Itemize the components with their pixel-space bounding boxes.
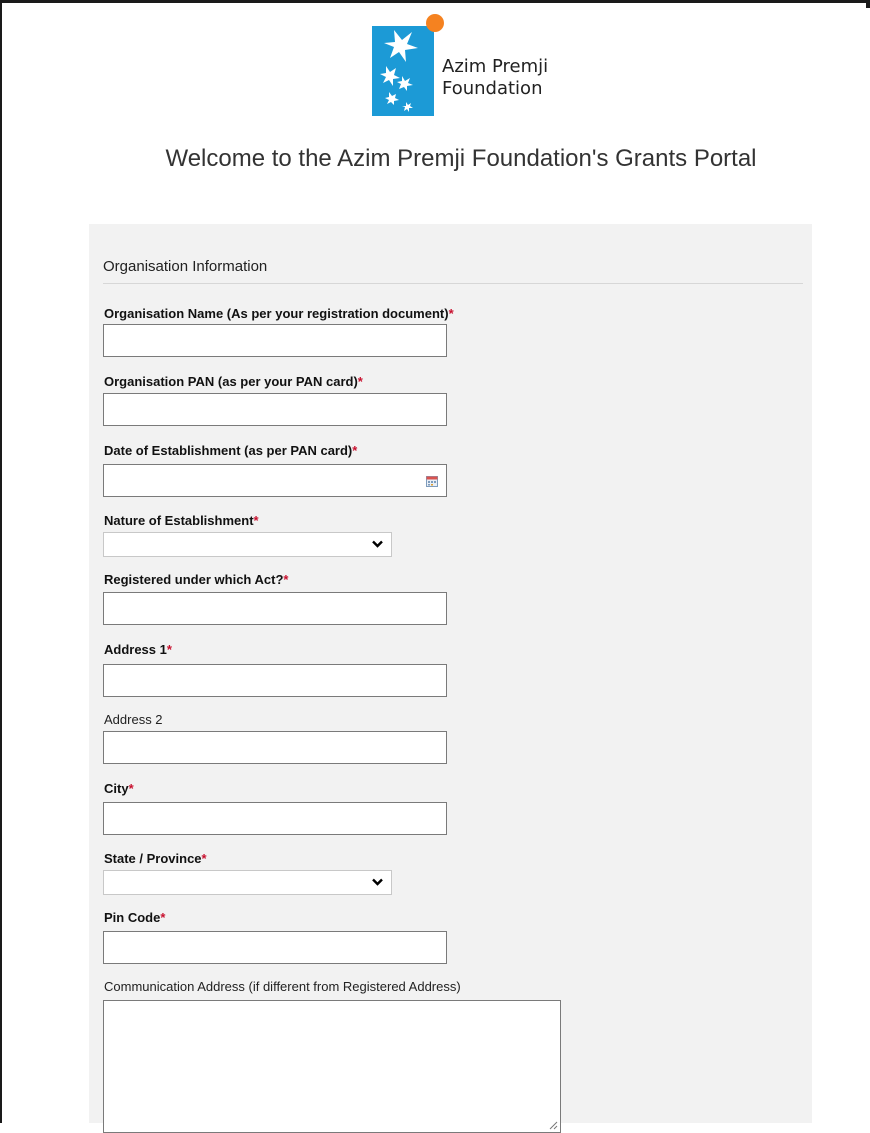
logo-wordmark: Azim Premji Foundation [442,56,548,100]
city-input[interactable] [103,802,447,835]
section-divider [103,283,803,284]
registered-act-label-text: Registered under which Act? [104,572,284,587]
state-select[interactable] [103,870,392,895]
date-establishment-label-text: Date of Establishment (as per PAN card) [104,443,353,458]
required-marker: * [166,642,172,657]
required-marker: * [160,910,166,925]
address1-input[interactable] [103,664,447,697]
section-title: Organisation Information [103,258,268,275]
pincode-input[interactable] [103,931,447,964]
communication-address-label: Communication Address (if different from… [104,979,461,994]
nature-establishment-select[interactable] [103,532,392,557]
state-label: State / Province* [104,851,207,866]
date-establishment-label: Date of Establishment (as per PAN card)* [104,443,357,458]
address1-label: Address 1* [104,642,172,657]
address2-input[interactable] [103,731,447,764]
logo-text-line1: Azim Premji [442,56,549,77]
org-pan-input[interactable] [103,393,447,426]
address1-label-text: Address 1 [104,642,167,657]
window-top-border [0,0,870,3]
org-name-label-text: Organisation Name (As per your registrat… [104,306,449,321]
state-label-text: State / Province [104,851,202,866]
organisation-form-panel: Organisation Information Organisation Na… [89,224,812,1133]
window-right-border [866,0,870,8]
required-marker: * [201,851,207,866]
registered-act-label: Registered under which Act?* [104,572,288,587]
org-pan-label: Organisation PAN (as per your PAN card)* [104,374,363,389]
required-marker: * [448,306,454,321]
foundation-logo: Azim Premji Foundation [372,14,566,120]
city-label: City* [104,781,134,796]
required-marker: * [253,513,259,528]
chevron-down-icon [372,540,383,548]
page-title: Welcome to the Azim Premji Foundation's … [165,145,757,172]
address2-label: Address 2 [104,712,163,727]
calendar-icon[interactable] [426,476,438,487]
logo-text-line2: Foundation [442,78,543,99]
registered-act-input[interactable] [103,592,447,625]
pincode-label-text: Pin Code [104,910,161,925]
logo-figures-icon [380,30,418,112]
required-marker: * [357,374,363,389]
nature-establishment-label-text: Nature of Establishment [104,513,254,528]
pincode-label: Pin Code* [104,910,165,925]
nature-establishment-label: Nature of Establishment* [104,513,259,528]
org-name-input[interactable] [103,324,447,357]
required-marker: * [352,443,358,458]
org-pan-label-text: Organisation PAN (as per your PAN card) [104,374,358,389]
required-marker: * [128,781,134,796]
chevron-down-icon [372,878,383,886]
required-marker: * [283,572,289,587]
communication-address-textarea[interactable] [103,1000,561,1133]
city-label-text: City [104,781,129,796]
org-name-label: Organisation Name (As per your registrat… [104,306,454,321]
resize-grip-icon[interactable] [548,1120,558,1130]
date-establishment-input[interactable] [103,464,447,497]
